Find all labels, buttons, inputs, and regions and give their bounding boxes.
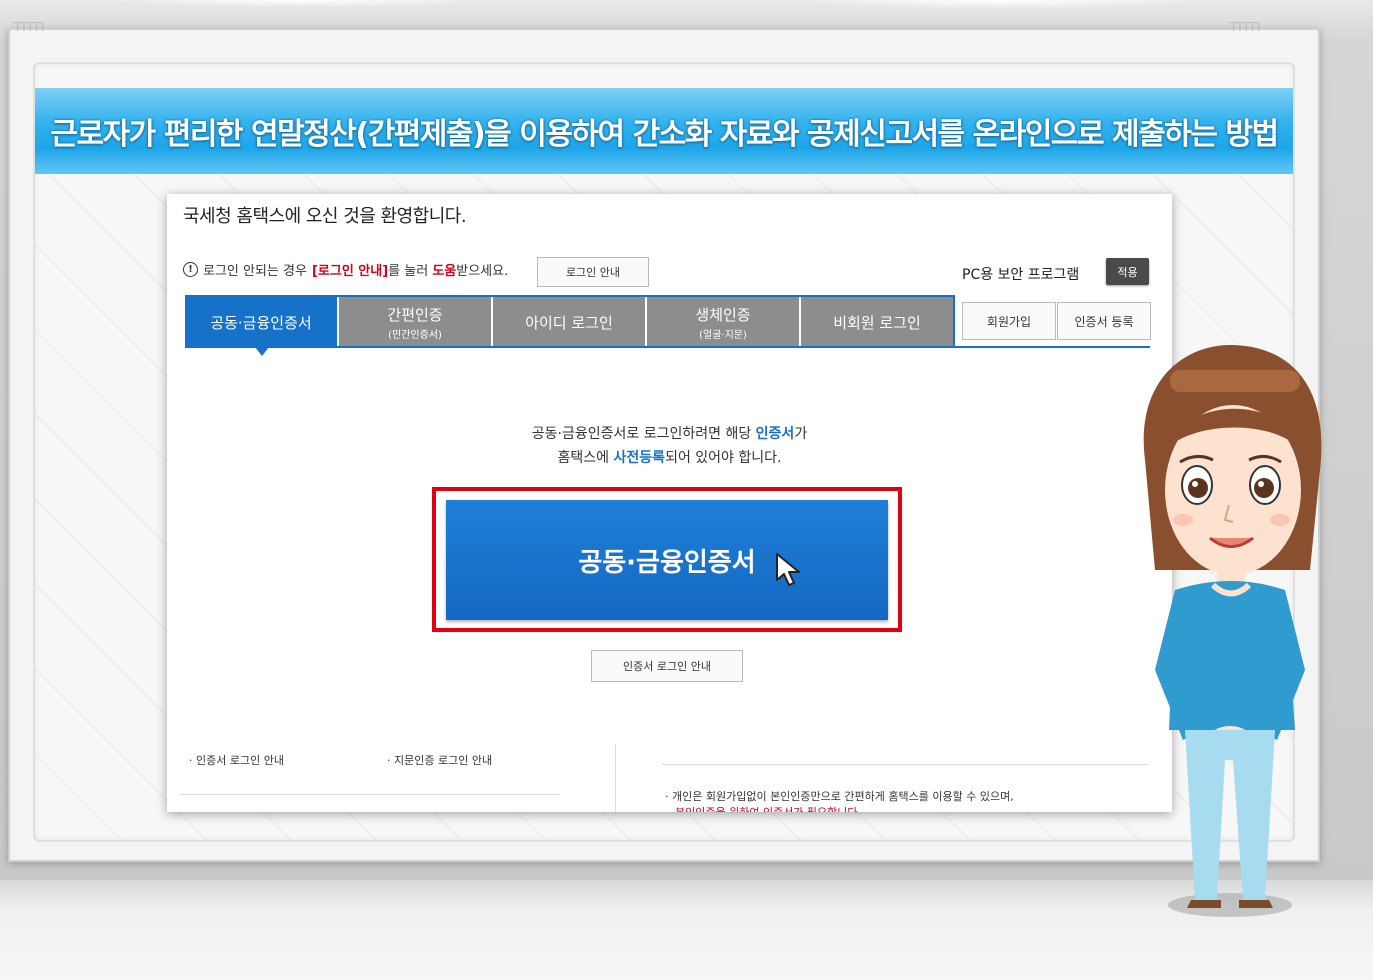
footer-note: · 개인은 회원가입없이 본인인증만으로 간편하게 홈택스를 이용할 수 있으며… — [665, 790, 1014, 803]
desc-text: 공동·금융인증서로 로그인하려면 해당 — [531, 426, 752, 442]
tab-non-member-login[interactable]: 비회원 로그인 — [801, 297, 953, 347]
desc-text: 홈택스에 — [557, 450, 610, 466]
signup-button[interactable]: 회원가입 — [962, 302, 1056, 340]
tab-joint-financial-cert[interactable]: 공동·금융인증서 — [185, 297, 337, 356]
login-guide-button[interactable]: 로그인 안내 — [537, 257, 649, 287]
tab-biometric[interactable]: 생체인증 (얼굴·지문) — [647, 297, 799, 347]
tab-label: 아이디 로그인 — [525, 313, 613, 332]
notice-middle: 를 눌러 — [388, 264, 429, 279]
mouse-cursor-icon — [776, 553, 800, 586]
footer-cert-guide-link[interactable]: · 인증서 로그인 안내 — [189, 752, 284, 768]
notice-prefix: 로그인 안되는 경우 — [203, 264, 307, 279]
hometax-login-page: 국세청 홈택스에 오신 것을 환영합니다. ! 로그인 안되는 경우 [로그인 … — [167, 194, 1172, 812]
tab-sublabel: (얼굴·지문) — [699, 329, 747, 341]
tab-label: 공동·금융인증서 — [210, 313, 312, 332]
footer-vertical-divider — [615, 744, 616, 812]
cert-register-button[interactable]: 인증서 등록 — [1057, 302, 1151, 340]
desc-highlight: 인증서 — [755, 426, 795, 442]
notice-suffix: 받으세요. — [456, 264, 509, 279]
info-icon: ! — [183, 262, 198, 277]
welcome-text: 국세청 홈택스에 오신 것을 환영합니다. — [183, 206, 467, 227]
title-banner: 근로자가 편리한 연말정산(간편제출)을 이용하여 간소화 자료와 공제신고서를… — [35, 88, 1293, 174]
desc-text: 되어 있어야 합니다. — [665, 450, 782, 466]
footer-fingerprint-guide-link[interactable]: · 지문인증 로그인 안내 — [387, 752, 492, 768]
tab-label: 비회원 로그인 — [833, 313, 921, 332]
notice-link[interactable]: [로그인 안내] — [312, 264, 388, 279]
tab-simple-auth[interactable]: 간편인증 (민간인증서) — [339, 297, 491, 347]
cert-login-guide-button[interactable]: 인증서 로그인 안내 — [591, 650, 743, 682]
notice-help: 도움 — [432, 264, 457, 279]
pc-security-label: PC용 보안 프로그램 — [962, 267, 1080, 283]
login-tabs: 공동·금융인증서 간편인증 (민간인증서) 아이디 로그인 생체인증 (얼굴·지… — [185, 297, 955, 356]
footer-divider — [179, 794, 559, 795]
desc-text: 가 — [794, 426, 808, 442]
tab-underline — [185, 346, 1150, 348]
tab-label: 생체인증 — [695, 305, 751, 324]
presenter-character-illustration — [1143, 345, 1322, 917]
tab-sublabel: (민간인증서) — [388, 329, 442, 341]
tab-label: 간편인증 — [387, 305, 443, 324]
cert-description: 공동·금융인증서로 로그인하려면 해당 인증서가 홈택스에 사전등록되어 있어야… — [167, 422, 1172, 470]
footer-note-red: 본인인증을 위하여 인증서가 필요합니다. — [675, 804, 861, 812]
login-notice: ! 로그인 안되는 경우 [로그인 안내]를 눌러 도움받으세요. — [183, 260, 508, 279]
footer-right-divider — [662, 764, 1149, 765]
apply-button[interactable]: 적용 — [1106, 258, 1149, 285]
greek-pattern-left: ᒣᒣᒣᒣᒣ — [12, 20, 45, 34]
greek-pattern-right: ᒣᒣᒣᒣᒣ — [1228, 20, 1261, 34]
desc-highlight: 사전등록 — [613, 450, 666, 466]
joint-financial-cert-button[interactable]: 공동·금융인증서 — [446, 500, 888, 620]
tab-id-login[interactable]: 아이디 로그인 — [493, 297, 645, 347]
banner-title: 근로자가 편리한 연말정산(간편제출)을 이용하여 간소화 자료와 공제신고서를… — [50, 117, 1279, 152]
